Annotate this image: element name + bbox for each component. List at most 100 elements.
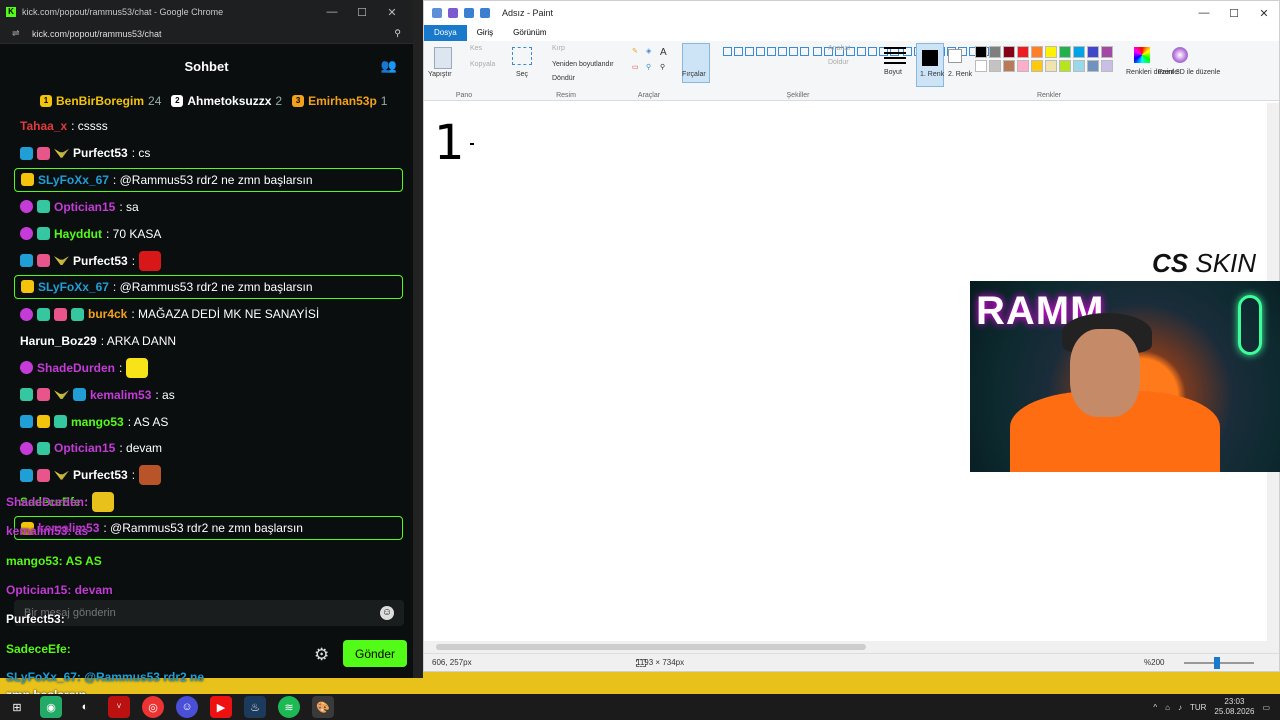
chat-username[interactable]: SadeceEfe bbox=[20, 495, 81, 509]
chat-message[interactable]: kemalim53: as bbox=[0, 381, 413, 408]
chat-username[interactable]: bur4ck bbox=[88, 307, 127, 321]
user-badge-icon[interactable] bbox=[20, 415, 33, 429]
eraser-icon[interactable]: ▭ bbox=[632, 63, 639, 71]
users-icon[interactable]: 👥 bbox=[381, 58, 397, 74]
palette-swatch[interactable] bbox=[989, 60, 1001, 72]
user-badge-icon[interactable] bbox=[71, 307, 84, 321]
user-badge-icon[interactable] bbox=[21, 280, 34, 294]
user-badge-icon[interactable] bbox=[37, 307, 50, 321]
chat-username[interactable]: ShadeDurden bbox=[37, 361, 115, 375]
send-button[interactable]: Gönder bbox=[343, 640, 407, 667]
outline-button[interactable]: Anahat bbox=[828, 45, 850, 52]
palette-swatch[interactable] bbox=[975, 46, 987, 58]
palette-swatch[interactable] bbox=[1059, 46, 1071, 58]
chat-username[interactable]: kemalim53 bbox=[38, 521, 99, 535]
rotate-button[interactable]: Döndür bbox=[552, 75, 575, 82]
user-badge-icon[interactable] bbox=[54, 415, 67, 429]
user-badge-icon[interactable] bbox=[20, 227, 33, 241]
chat-message[interactable]: bur4ck: MAĞAZA DEDİ MK NE SANAYİSİ bbox=[0, 301, 413, 328]
palette-swatch[interactable] bbox=[1031, 60, 1043, 72]
paste-button[interactable]: Yapıştır bbox=[428, 71, 452, 78]
chat-username[interactable]: Optician15 bbox=[54, 441, 115, 455]
resize-button[interactable]: Yeniden boyutlandır bbox=[552, 61, 614, 68]
keyboard-lang[interactable]: TUR bbox=[1190, 703, 1206, 712]
chat-message[interactable]: SLyFoXx_67: @Rammus53 rdr2 ne zmn başlar… bbox=[14, 167, 403, 192]
palette-swatch[interactable] bbox=[1045, 60, 1057, 72]
palette-swatch[interactable] bbox=[1073, 46, 1085, 58]
color2-label[interactable]: 2. Renk bbox=[948, 71, 972, 78]
save-icon[interactable] bbox=[448, 8, 458, 18]
volume-icon[interactable]: ♪ bbox=[1178, 703, 1182, 712]
user-badge-icon[interactable] bbox=[37, 146, 50, 160]
user-badge-icon[interactable] bbox=[37, 388, 50, 402]
emoji-icon[interactable]: ☺ bbox=[380, 606, 394, 620]
chat-username[interactable]: Tahaa_x bbox=[20, 119, 67, 133]
chat-message[interactable]: ShadeDurden: bbox=[0, 355, 413, 382]
palette-swatch[interactable] bbox=[1059, 60, 1071, 72]
user-badge-icon[interactable] bbox=[73, 388, 86, 402]
chat-message[interactable]: Purfect53: bbox=[0, 462, 413, 489]
chat-username[interactable]: Harun_Boz29 bbox=[20, 334, 97, 348]
user-badge-icon[interactable] bbox=[54, 390, 69, 400]
undo-icon[interactable] bbox=[464, 8, 474, 18]
leaderboard-entry[interactable]: 1 BenBirBoregim 24 bbox=[40, 94, 161, 108]
fill-icon[interactable]: ◈ bbox=[646, 47, 651, 55]
chat-message[interactable]: kemalim53: @Rammus53 rdr2 ne zmn başlars… bbox=[14, 516, 403, 541]
chat-username[interactable]: mango53 bbox=[71, 415, 124, 429]
steam-icon[interactable]: ♨ bbox=[244, 696, 266, 718]
chat-message[interactable]: Hayddut: 70 KASA bbox=[0, 220, 413, 247]
chat-input[interactable] bbox=[24, 607, 380, 619]
user-badge-icon[interactable] bbox=[37, 468, 50, 482]
size-icon[interactable] bbox=[884, 47, 906, 65]
tab-dosya[interactable]: Dosya bbox=[424, 25, 467, 41]
clipboard-icon[interactable] bbox=[434, 47, 452, 69]
brushes-label[interactable]: Fırçalar bbox=[682, 71, 706, 78]
color-palette[interactable] bbox=[974, 45, 1124, 73]
select-button[interactable]: Seç bbox=[516, 71, 528, 78]
zoom-slider-knob[interactable] bbox=[1214, 657, 1220, 669]
user-badge-icon[interactable] bbox=[21, 173, 34, 187]
palette-swatch[interactable] bbox=[1101, 60, 1113, 72]
user-badge-icon[interactable] bbox=[20, 146, 33, 160]
chat-message[interactable]: SLyFoXx_67: @Rammus53 rdr2 ne zmn başlar… bbox=[14, 274, 403, 299]
chat-username[interactable]: Optician15 bbox=[54, 200, 115, 214]
crop-button[interactable]: Kırp bbox=[552, 45, 565, 52]
user-badge-icon[interactable] bbox=[20, 254, 33, 268]
paint-minimize-button[interactable]: — bbox=[1189, 7, 1219, 20]
horizontal-scrollbar[interactable] bbox=[424, 641, 1279, 653]
user-badge-icon[interactable] bbox=[37, 254, 50, 268]
palette-swatch[interactable] bbox=[975, 60, 987, 72]
chat-message[interactable]: Purfect53: bbox=[0, 247, 413, 274]
paint-close-button[interactable]: ✕ bbox=[1249, 7, 1279, 20]
chat-username[interactable]: SLyFoXx_67 bbox=[38, 280, 109, 294]
chat-message[interactable]: Harun_Boz29: ARKA DANN bbox=[0, 328, 413, 355]
tab-gorunum[interactable]: Görünüm bbox=[503, 25, 556, 41]
leaderboard-entry[interactable]: 3 Emirhan53p 1 bbox=[292, 94, 387, 108]
settings-gear-icon[interactable]: ⚙ bbox=[314, 645, 329, 665]
obs-icon[interactable]: ◐ bbox=[74, 696, 96, 718]
chat-message[interactable]: Purfect53: cs bbox=[0, 140, 413, 167]
color1-button[interactable] bbox=[916, 43, 944, 87]
chat-message[interactable]: SadeceEfe: bbox=[0, 489, 413, 516]
app-icon-1[interactable]: ◉ bbox=[40, 696, 62, 718]
text-icon[interactable]: A bbox=[660, 47, 667, 58]
color-picker-icon[interactable]: ⚲ bbox=[646, 63, 651, 71]
chat-input-box[interactable]: ☺ bbox=[14, 600, 404, 626]
edit-colors-icon[interactable] bbox=[1134, 47, 1150, 63]
minimize-button[interactable]: — bbox=[317, 6, 347, 18]
close-button[interactable]: ✕ bbox=[377, 6, 407, 19]
palette-swatch[interactable] bbox=[1031, 46, 1043, 58]
maximize-button[interactable]: ☐ bbox=[347, 6, 377, 19]
user-badge-icon[interactable] bbox=[20, 307, 33, 321]
scroll-thumb[interactable] bbox=[436, 644, 866, 650]
network-icon[interactable]: ⌂ bbox=[1165, 703, 1170, 712]
palette-swatch[interactable] bbox=[1017, 46, 1029, 58]
fill-button[interactable]: Doldur bbox=[828, 59, 849, 66]
palette-swatch[interactable] bbox=[1087, 46, 1099, 58]
select-icon[interactable] bbox=[512, 47, 532, 65]
tab-giris[interactable]: Giriş bbox=[467, 25, 503, 41]
youtube-icon[interactable]: ▶ bbox=[210, 696, 232, 718]
color2-swatch[interactable] bbox=[948, 49, 962, 63]
notification-icon[interactable]: ▭ bbox=[1262, 703, 1270, 712]
zoom-search-icon[interactable]: ⚲ bbox=[394, 28, 401, 39]
